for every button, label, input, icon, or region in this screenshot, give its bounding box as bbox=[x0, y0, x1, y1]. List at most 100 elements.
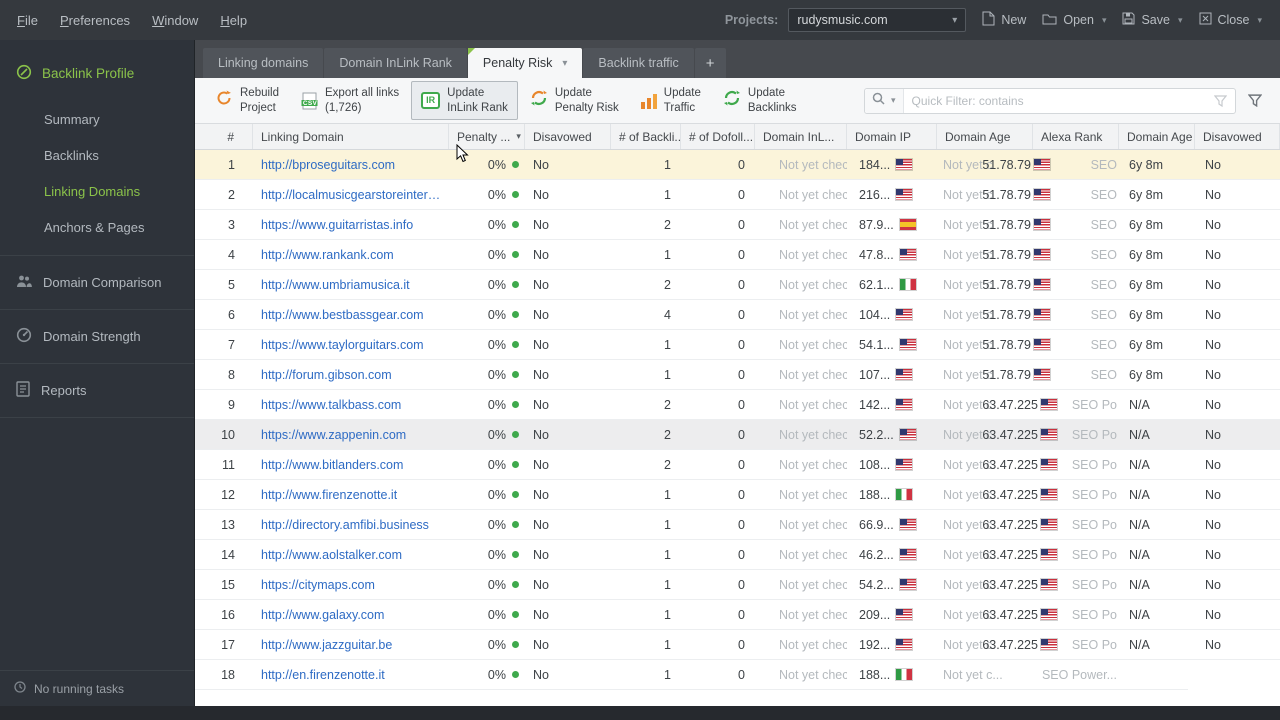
linking-domain-cell: https://www.taylorguitars.com bbox=[253, 330, 449, 359]
menu-help[interactable]: Help bbox=[209, 13, 258, 28]
update-traffic-button[interactable]: Update Traffic bbox=[631, 81, 711, 120]
col-header-backlinks[interactable]: # of Backli... bbox=[611, 124, 681, 149]
sidebar-item-summary[interactable]: Summary bbox=[0, 101, 194, 137]
linking-domain-link[interactable]: http://www.umbriamusica.it bbox=[261, 278, 410, 292]
domain-age-overlap-cell: Not yet c 63.47.225 bbox=[937, 390, 1057, 419]
linking-domain-link[interactable]: http://bproseguitars.com bbox=[261, 158, 395, 172]
save-project-button[interactable]: Save ▾ bbox=[1122, 12, 1183, 28]
table-row[interactable]: 16 http://www.galaxy.com 0% No 1 0 Not y… bbox=[195, 600, 1280, 630]
linking-domain-link[interactable]: http://www.bestbassgear.com bbox=[261, 308, 424, 322]
sidebar-item-backlinks[interactable]: Backlinks bbox=[0, 137, 194, 173]
render-artifact bbox=[1188, 666, 1280, 706]
linking-domain-link[interactable]: http://directory.amfibi.business bbox=[261, 518, 429, 532]
col-header-domain-ip[interactable]: Domain IP bbox=[847, 124, 937, 149]
sidebar-item-backlink-profile[interactable]: Backlink Profile bbox=[0, 40, 194, 101]
domain-age-cell: 6y 8m bbox=[1129, 187, 1164, 202]
col-header-domain-inlink[interactable]: Domain InL... bbox=[755, 124, 847, 149]
new-project-button[interactable]: New bbox=[982, 11, 1026, 29]
sidebar-item-domain-strength[interactable]: Domain Strength bbox=[0, 309, 194, 363]
table-row[interactable]: 2 http://localmusicgearstoreintervi... 0… bbox=[195, 180, 1280, 210]
linking-domain-link[interactable]: https://citymaps.com bbox=[261, 578, 375, 592]
col-header-domain-age-1[interactable]: Domain Age bbox=[937, 124, 1033, 149]
table-row[interactable]: 3 https://www.guitarristas.info 0% No 2 … bbox=[195, 210, 1280, 240]
col-header-disavowed[interactable]: Disavowed bbox=[525, 124, 611, 149]
table-row[interactable]: 7 https://www.taylorguitars.com 0% No 1 … bbox=[195, 330, 1280, 360]
table-row[interactable]: 17 http://www.jazzguitar.be 0% No 1 0 No… bbox=[195, 630, 1280, 660]
button-label: Export all links bbox=[325, 87, 400, 100]
col-header-disavowed-2[interactable]: Disavowed bbox=[1195, 124, 1280, 149]
linking-domain-link[interactable]: http://en.firenzenotte.it bbox=[261, 668, 385, 682]
linking-domain-link[interactable]: https://www.guitarristas.info bbox=[261, 218, 413, 232]
linking-domain-link[interactable]: http://forum.gibson.com bbox=[261, 368, 392, 382]
menu-window[interactable]: Window bbox=[141, 13, 209, 28]
col-header-alexa-rank[interactable]: Alexa Rank bbox=[1033, 124, 1119, 149]
menu-file[interactable]: File bbox=[6, 13, 49, 28]
linking-domain-link[interactable]: http://www.galaxy.com bbox=[261, 608, 384, 622]
disavowed-cell: No bbox=[533, 307, 549, 322]
update-inlink-rank-button[interactable]: IR Update InLink Rank bbox=[411, 81, 518, 120]
quick-filter-mode-button[interactable]: ▾ bbox=[865, 88, 904, 113]
domain-ip-cell: 188... bbox=[847, 480, 937, 509]
table-row[interactable]: 6 http://www.bestbassgear.com 0% No 4 0 … bbox=[195, 300, 1280, 330]
domain-ip-cell: 192... bbox=[847, 630, 937, 659]
advanced-filter-button[interactable] bbox=[1248, 94, 1262, 107]
project-selector[interactable]: rudysmusic.com ▾ bbox=[788, 8, 967, 32]
table-row[interactable]: 15 https://citymaps.com 0% No 1 0 Not ye… bbox=[195, 570, 1280, 600]
linking-domain-link[interactable]: https://www.taylorguitars.com bbox=[261, 338, 424, 352]
close-icon bbox=[1199, 12, 1212, 28]
tab-linking-domains[interactable]: Linking domains bbox=[203, 48, 324, 78]
export-all-links-button[interactable]: CSV Export all links (1,726) bbox=[291, 81, 409, 120]
domain-age-cell: N/A bbox=[1129, 547, 1150, 562]
linking-domain-link[interactable]: http://localmusicgearstoreintervi... bbox=[261, 188, 441, 202]
linking-domain-link[interactable]: https://www.zappenin.com bbox=[261, 428, 406, 442]
col-header-penalty-risk[interactable]: Penalty ... ▾ bbox=[449, 124, 525, 149]
domain-ip-cell: 107... bbox=[847, 360, 937, 389]
chevron-down-icon: ▾ bbox=[891, 95, 896, 105]
table-row[interactable]: 13 http://directory.amfibi.business 0% N… bbox=[195, 510, 1280, 540]
col-header-domain-age-2[interactable]: Domain Age bbox=[1119, 124, 1195, 149]
table-row[interactable]: 11 http://www.bitlanders.com 0% No 2 0 N… bbox=[195, 450, 1280, 480]
tab-domain-inlink-rank[interactable]: Domain InLink Rank bbox=[324, 48, 467, 78]
col-header-dofollow[interactable]: # of Dofoll... bbox=[681, 124, 755, 149]
domain-age-overlap-cell: Not yet c 63.47.225 bbox=[937, 540, 1057, 569]
add-tab-button[interactable]: + bbox=[694, 48, 726, 78]
rebuild-project-button[interactable]: Rebuild Project bbox=[205, 81, 289, 120]
tab-backlink-traffic[interactable]: Backlink traffic bbox=[583, 48, 694, 78]
table-row[interactable]: 18 http://en.firenzenotte.it 0% No 1 0 N… bbox=[195, 660, 1280, 690]
sidebar-item-anchors-pages[interactable]: Anchors & Pages bbox=[0, 209, 194, 245]
dofollow-count-cell: 0 bbox=[738, 637, 745, 652]
linking-domain-link[interactable]: http://www.rankank.com bbox=[261, 248, 394, 262]
table-row[interactable]: 12 http://www.firenzenotte.it 0% No 1 0 … bbox=[195, 480, 1280, 510]
sidebar-item-linking-domains[interactable]: Linking Domains bbox=[0, 173, 194, 209]
quick-filter-input[interactable] bbox=[903, 93, 1214, 108]
linking-domain-link[interactable]: http://www.firenzenotte.it bbox=[261, 488, 397, 502]
penalty-status-dot-icon bbox=[512, 521, 519, 528]
table-row[interactable]: 14 http://www.aolstalker.com 0% No 1 0 N… bbox=[195, 540, 1280, 570]
linking-domain-link[interactable]: https://www.talkbass.com bbox=[261, 398, 401, 412]
sidebar-item-reports[interactable]: Reports bbox=[0, 363, 194, 417]
menu-preferences[interactable]: Preferences bbox=[49, 13, 141, 28]
row-number: 6 bbox=[228, 307, 235, 322]
update-penalty-risk-button[interactable]: Update Penalty Risk bbox=[520, 81, 629, 120]
penalty-risk-cell: 0% bbox=[449, 150, 525, 179]
dofollow-count-cell: 0 bbox=[738, 607, 745, 622]
close-project-button[interactable]: Close ▾ bbox=[1199, 12, 1262, 28]
linking-domain-link[interactable]: http://www.jazzguitar.be bbox=[261, 638, 392, 652]
col-header-index[interactable]: # bbox=[195, 124, 253, 149]
col-header-linking-domain[interactable]: Linking Domain bbox=[253, 124, 449, 149]
table-row[interactable]: 5 http://www.umbriamusica.it 0% No 2 0 N… bbox=[195, 270, 1280, 300]
table-row[interactable]: 8 http://forum.gibson.com 0% No 1 0 Not … bbox=[195, 360, 1280, 390]
sidebar-item-domain-comparison[interactable]: Domain Comparison bbox=[0, 255, 194, 309]
disavowed-cell: No bbox=[533, 247, 549, 262]
table-row[interactable]: 9 https://www.talkbass.com 0% No 2 0 Not… bbox=[195, 390, 1280, 420]
linking-domain-link[interactable]: http://www.aolstalker.com bbox=[261, 548, 402, 562]
filter-funnel-icon[interactable] bbox=[1214, 94, 1235, 107]
sidebar-profile-label: Backlink Profile bbox=[42, 66, 135, 81]
linking-domain-link[interactable]: http://www.bitlanders.com bbox=[261, 458, 403, 472]
table-row[interactable]: 10 https://www.zappenin.com 0% No 2 0 No… bbox=[195, 420, 1280, 450]
table-row[interactable]: 4 http://www.rankank.com 0% No 1 0 Not y… bbox=[195, 240, 1280, 270]
table-row[interactable]: 1 http://bproseguitars.com 0% No 1 0 Not… bbox=[195, 150, 1280, 180]
open-project-button[interactable]: Open ▾ bbox=[1042, 13, 1106, 28]
tab-penalty-risk[interactable]: Penalty Risk ▾ bbox=[467, 48, 583, 78]
update-backlinks-button[interactable]: Update Backlinks bbox=[713, 81, 807, 120]
